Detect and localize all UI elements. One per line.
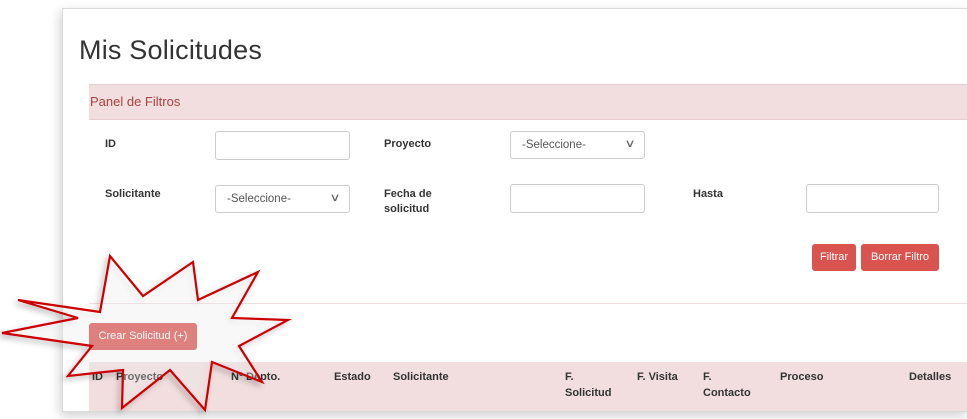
starburst-highlight-icon bbox=[1, 253, 293, 413]
